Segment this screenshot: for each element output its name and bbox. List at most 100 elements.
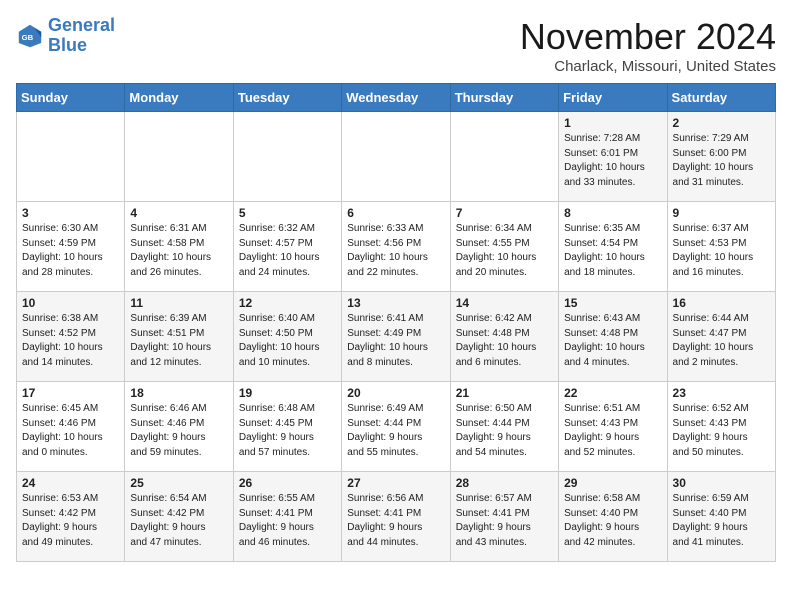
month-title: November 2024 [520, 16, 776, 58]
day-number: 10 [22, 296, 119, 310]
day-of-week-header: Friday [559, 84, 667, 112]
day-info: Sunrise: 6:45 AM Sunset: 4:46 PM Dayligh… [22, 402, 119, 460]
day-info: Sunrise: 6:41 AM Sunset: 4:49 PM Dayligh… [347, 312, 444, 370]
day-info: Sunrise: 6:32 AM Sunset: 4:57 PM Dayligh… [239, 222, 336, 280]
day-number: 4 [130, 206, 227, 220]
day-number: 22 [564, 386, 661, 400]
day-info: Sunrise: 6:43 AM Sunset: 4:48 PM Dayligh… [564, 312, 661, 370]
calendar-cell: 28 Sunrise: 6:57 AM Sunset: 4:41 PM Dayli… [450, 472, 558, 562]
calendar-cell: 13 Sunrise: 6:41 AM Sunset: 4:49 PM Dayli… [342, 292, 450, 382]
calendar-header: SundayMondayTuesdayWednesdayThursdayFrid… [17, 84, 776, 112]
calendar-cell: 9Sunrise: 6:37 AM Sunset: 4:53 PM Daylig… [667, 202, 775, 292]
title-area: November 2024 Charlack, Missouri, United… [520, 16, 776, 75]
day-number: 6 [347, 206, 444, 220]
day-info: Sunrise: 6:31 AM Sunset: 4:58 PM Dayligh… [130, 222, 227, 280]
day-number: 11 [130, 296, 227, 310]
day-info: Sunrise: 6:39 AM Sunset: 4:51 PM Dayligh… [130, 312, 227, 370]
logo-line2: Blue [48, 35, 87, 55]
calendar-cell: 15Sunrise: 6:43 AM Sunset: 4:48 PM Dayli… [559, 292, 667, 382]
calendar-table: SundayMondayTuesdayWednesdayThursdayFrid… [16, 83, 776, 562]
day-number: 27 [347, 476, 444, 490]
day-number: 5 [239, 206, 336, 220]
day-number: 25 [130, 476, 227, 490]
calendar-cell: 20 Sunrise: 6:49 AM Sunset: 4:44 PM Dayli… [342, 382, 450, 472]
day-info: Sunrise: 6:52 AM Sunset: 4:43 PM Dayligh… [673, 402, 770, 460]
day-info: Sunrise: 6:51 AM Sunset: 4:43 PM Dayligh… [564, 402, 661, 460]
day-number: 14 [456, 296, 553, 310]
calendar-cell: 1 Sunrise: 7:28 AM Sunset: 6:01 PM Daylig… [559, 112, 667, 202]
day-info: Sunrise: 6:55 AM Sunset: 4:41 PM Dayligh… [239, 492, 336, 550]
day-info: Sunrise: 6:35 AM Sunset: 4:54 PM Dayligh… [564, 222, 661, 280]
location-title: Charlack, Missouri, United States [520, 58, 776, 75]
calendar-cell: 19Sunrise: 6:48 AM Sunset: 4:45 PM Dayli… [233, 382, 341, 472]
calendar-cell: 25 Sunrise: 6:54 AM Sunset: 4:42 PM Dayli… [125, 472, 233, 562]
day-number: 9 [673, 206, 770, 220]
day-info: Sunrise: 6:59 AM Sunset: 4:40 PM Dayligh… [673, 492, 770, 550]
day-info: Sunrise: 6:53 AM Sunset: 4:42 PM Dayligh… [22, 492, 119, 550]
svg-text:GB: GB [22, 33, 34, 42]
calendar-cell: 23Sunrise: 6:52 AM Sunset: 4:43 PM Dayli… [667, 382, 775, 472]
calendar-cell: 21Sunrise: 6:50 AM Sunset: 4:44 PM Dayli… [450, 382, 558, 472]
header: GB General Blue November 2024 Charlack, … [16, 16, 776, 75]
calendar-week-row: 10 Sunrise: 6:38 AM Sunset: 4:52 PM Dayli… [17, 292, 776, 382]
logo: GB General Blue [16, 16, 115, 56]
calendar-cell: 4 Sunrise: 6:31 AM Sunset: 4:58 PM Daylig… [125, 202, 233, 292]
day-number: 17 [22, 386, 119, 400]
day-info: Sunrise: 6:38 AM Sunset: 4:52 PM Dayligh… [22, 312, 119, 370]
calendar-week-row: 24 Sunrise: 6:53 AM Sunset: 4:42 PM Dayli… [17, 472, 776, 562]
calendar-cell [233, 112, 341, 202]
calendar-cell: 26Sunrise: 6:55 AM Sunset: 4:41 PM Dayli… [233, 472, 341, 562]
day-info: Sunrise: 6:49 AM Sunset: 4:44 PM Dayligh… [347, 402, 444, 460]
calendar-cell: 27 Sunrise: 6:56 AM Sunset: 4:41 PM Dayli… [342, 472, 450, 562]
day-number: 2 [673, 116, 770, 130]
day-of-week-header: Saturday [667, 84, 775, 112]
calendar-cell [125, 112, 233, 202]
calendar-cell: 6 Sunrise: 6:33 AM Sunset: 4:56 PM Daylig… [342, 202, 450, 292]
day-number: 12 [239, 296, 336, 310]
day-info: Sunrise: 6:33 AM Sunset: 4:56 PM Dayligh… [347, 222, 444, 280]
day-number: 16 [673, 296, 770, 310]
day-number: 8 [564, 206, 661, 220]
day-number: 19 [239, 386, 336, 400]
day-number: 20 [347, 386, 444, 400]
calendar-cell [342, 112, 450, 202]
calendar-cell: 30 Sunrise: 6:59 AM Sunset: 4:40 PM Dayli… [667, 472, 775, 562]
day-number: 13 [347, 296, 444, 310]
day-number: 28 [456, 476, 553, 490]
day-info: Sunrise: 7:28 AM Sunset: 6:01 PM Dayligh… [564, 132, 661, 190]
calendar-cell: 16Sunrise: 6:44 AM Sunset: 4:47 PM Dayli… [667, 292, 775, 382]
calendar-cell: 7Sunrise: 6:34 AM Sunset: 4:55 PM Daylig… [450, 202, 558, 292]
calendar-cell: 22 Sunrise: 6:51 AM Sunset: 4:43 PM Dayli… [559, 382, 667, 472]
day-info: Sunrise: 6:42 AM Sunset: 4:48 PM Dayligh… [456, 312, 553, 370]
day-of-week-header: Thursday [450, 84, 558, 112]
day-number: 29 [564, 476, 661, 490]
day-number: 1 [564, 116, 661, 130]
calendar-cell: 17 Sunrise: 6:45 AM Sunset: 4:46 PM Dayli… [17, 382, 125, 472]
calendar-cell: 10 Sunrise: 6:38 AM Sunset: 4:52 PM Dayli… [17, 292, 125, 382]
calendar-week-row: 3 Sunrise: 6:30 AM Sunset: 4:59 PM Daylig… [17, 202, 776, 292]
calendar-cell: 29Sunrise: 6:58 AM Sunset: 4:40 PM Dayli… [559, 472, 667, 562]
day-number: 18 [130, 386, 227, 400]
day-info: Sunrise: 6:34 AM Sunset: 4:55 PM Dayligh… [456, 222, 553, 280]
calendar-cell: 2Sunrise: 7:29 AM Sunset: 6:00 PM Daylig… [667, 112, 775, 202]
day-info: Sunrise: 6:30 AM Sunset: 4:59 PM Dayligh… [22, 222, 119, 280]
day-info: Sunrise: 6:54 AM Sunset: 4:42 PM Dayligh… [130, 492, 227, 550]
day-info: Sunrise: 6:46 AM Sunset: 4:46 PM Dayligh… [130, 402, 227, 460]
day-info: Sunrise: 6:50 AM Sunset: 4:44 PM Dayligh… [456, 402, 553, 460]
calendar-cell: 18 Sunrise: 6:46 AM Sunset: 4:46 PM Dayli… [125, 382, 233, 472]
calendar-cell [17, 112, 125, 202]
calendar-cell: 24 Sunrise: 6:53 AM Sunset: 4:42 PM Dayli… [17, 472, 125, 562]
day-of-week-header: Tuesday [233, 84, 341, 112]
calendar-cell: 3 Sunrise: 6:30 AM Sunset: 4:59 PM Daylig… [17, 202, 125, 292]
day-number: 3 [22, 206, 119, 220]
day-number: 30 [673, 476, 770, 490]
calendar-week-row: 17 Sunrise: 6:45 AM Sunset: 4:46 PM Dayli… [17, 382, 776, 472]
calendar-cell [450, 112, 558, 202]
day-number: 24 [22, 476, 119, 490]
logo-icon: GB [16, 22, 44, 50]
calendar-cell: 11 Sunrise: 6:39 AM Sunset: 4:51 PM Dayli… [125, 292, 233, 382]
calendar-week-row: 1 Sunrise: 7:28 AM Sunset: 6:01 PM Daylig… [17, 112, 776, 202]
day-info: Sunrise: 6:57 AM Sunset: 4:41 PM Dayligh… [456, 492, 553, 550]
day-info: Sunrise: 6:56 AM Sunset: 4:41 PM Dayligh… [347, 492, 444, 550]
calendar-cell: 12Sunrise: 6:40 AM Sunset: 4:50 PM Dayli… [233, 292, 341, 382]
